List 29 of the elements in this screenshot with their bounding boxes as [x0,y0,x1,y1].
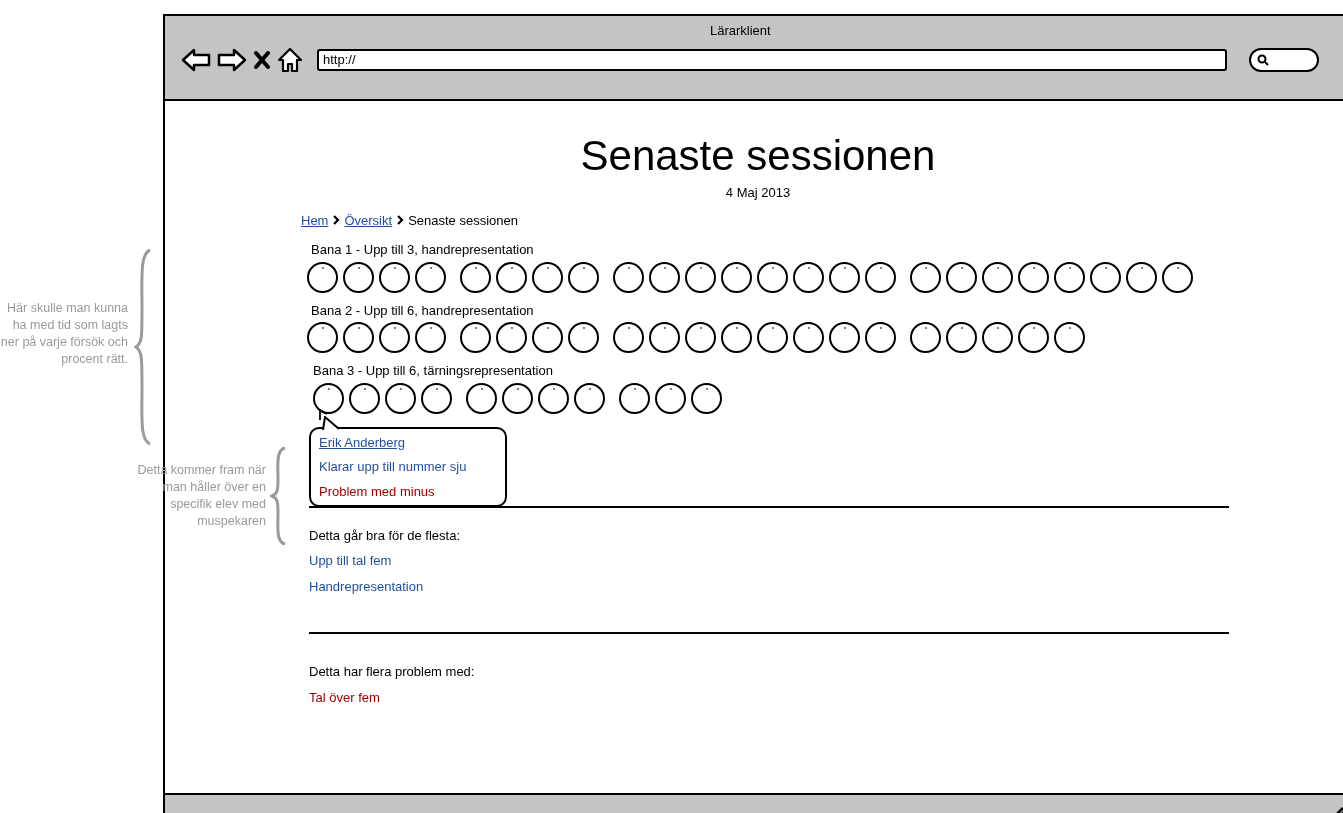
section-item: Upp till tal fem [309,552,393,570]
breadcrumb-link[interactable]: Översikt [344,210,393,230]
student-note: Problem med minus [319,482,436,501]
session-date: 4 Maj 2013 [725,184,791,202]
breadcrumb-link[interactable]: Hem [301,210,329,230]
search-field[interactable] [1249,47,1319,72]
forward-icon[interactable] [217,47,247,72]
back-icon[interactable] [181,47,211,72]
window-title: Lärarklient [710,22,771,40]
search-icon [1257,53,1269,66]
cursor-icon [319,408,329,421]
track-label: Bana 2 - Upp till 6, handrepresentation [310,301,535,320]
track-label: Bana 1 - Upp till 3, handrepresentation [310,241,535,259]
page-title: Senaste sessionen [580,131,936,181]
student-note: Klarar upp till nummer sju [319,458,468,476]
section-item: Handrepresentation [309,577,425,596]
student-name-link[interactable]: Erik Anderberg [319,432,405,452]
track-label: Bana 3 - Upp till 6, tärningsrepresentation [312,362,554,380]
chevron-icon [396,215,405,226]
close-icon[interactable] [253,49,271,70]
brace-icon [270,446,288,546]
section-heading: Detta går bra för de flesta: [309,526,462,545]
address-field[interactable]: http:// [317,48,1227,71]
section-item: Tal över fem [309,688,381,707]
annotation-text: Här skulle man kunna ha med tid som lagts ner på varje försök och procent rätt. [0,300,128,368]
section-heading: Detta har flera problem med: [309,663,476,681]
home-icon[interactable] [277,46,303,73]
breadcrumb-current: Senaste sessionen [408,211,518,230]
chevron-icon [332,215,341,226]
